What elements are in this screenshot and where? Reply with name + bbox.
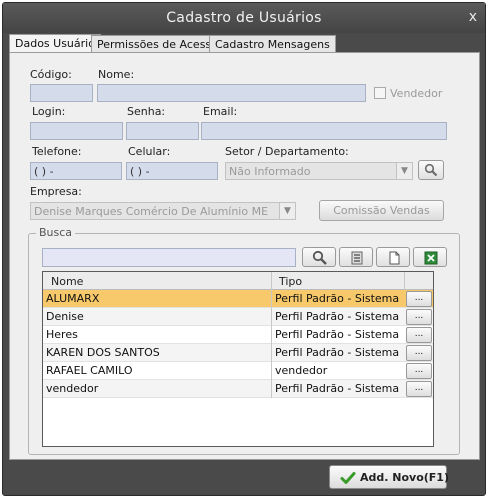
- senha-field[interactable]: [126, 122, 199, 140]
- empresa-selected-value: Denise Marques Comércio De Alumínio ME: [34, 205, 269, 218]
- title-bar[interactable]: Cadastro de Usuários x: [3, 3, 485, 33]
- row-ellipsis-button[interactable]: ...: [406, 345, 432, 361]
- add-new-label: Add. Novo(F1): [360, 471, 449, 484]
- setor-search-button[interactable]: [418, 160, 444, 180]
- search-icon: [424, 163, 438, 177]
- excel-icon: [424, 251, 438, 265]
- row-ellipsis-button[interactable]: ...: [406, 381, 432, 397]
- search-icon: [312, 250, 327, 265]
- document-icon: [389, 251, 400, 265]
- nome-label: Nome:: [98, 68, 135, 81]
- tab-panel-dados-usuario: Código: Nome: Vendedor Login: Senha: Ema…: [9, 52, 480, 460]
- setor-selected-value: Não Informado: [229, 165, 311, 178]
- login-field[interactable]: [30, 122, 123, 140]
- row-nome: ALUMARX: [46, 292, 100, 305]
- table-row[interactable]: RAFAEL CAMILO vendedor ...: [43, 362, 433, 380]
- row-tipo: Perfil Padrão - Sistema: [275, 346, 400, 359]
- list-icon: [351, 251, 363, 265]
- telefone-label: Telefone:: [32, 145, 82, 158]
- row-ellipsis-button[interactable]: ...: [406, 363, 432, 379]
- row-nome: RAFAEL CAMILO: [46, 364, 133, 377]
- codigo-field[interactable]: [30, 84, 93, 102]
- tab-permissoes-de-acesso[interactable]: Permissões de Acesso: [91, 35, 224, 53]
- busca-label: Busca: [36, 226, 76, 239]
- users-grid: Nome Tipo ALUMARX Perfil Padrão - Sistem…: [42, 271, 434, 447]
- chevron-down-icon[interactable]: ▼: [396, 163, 412, 179]
- row-tipo: vendedor: [275, 364, 328, 377]
- email-label: Email:: [203, 105, 238, 118]
- tab-cadastro-mensagens[interactable]: Cadastro Mensagens: [209, 35, 336, 53]
- row-ellipsis-button[interactable]: ...: [406, 309, 432, 325]
- busca-search-input[interactable]: [42, 248, 296, 267]
- email-field[interactable]: [201, 122, 447, 140]
- comissao-vendas-button[interactable]: Comissão Vendas: [319, 200, 444, 221]
- grid-header: Nome Tipo: [43, 272, 433, 290]
- busca-search-button[interactable]: [302, 247, 336, 267]
- row-nome: KAREN DOS SANTOS: [46, 346, 160, 359]
- table-row[interactable]: vendedor Perfil Padrão - Sistema ...: [43, 380, 433, 398]
- setor-label: Setor / Departamento:: [225, 145, 349, 158]
- window-title: Cadastro de Usuários: [166, 10, 322, 26]
- table-row[interactable]: KAREN DOS SANTOS Perfil Padrão - Sistema…: [43, 344, 433, 362]
- row-tipo: Perfil Padrão - Sistema: [275, 292, 400, 305]
- vendedor-checkbox[interactable]: [374, 87, 386, 99]
- setor-select[interactable]: Não Informado ▼: [225, 162, 413, 180]
- row-nome: vendedor: [46, 382, 99, 395]
- celular-label: Celular:: [128, 145, 171, 158]
- login-label: Login:: [32, 105, 66, 118]
- busca-excel-export-button[interactable]: [413, 247, 447, 267]
- row-tipo: Perfil Padrão - Sistema: [275, 328, 400, 341]
- row-ellipsis-button[interactable]: ...: [406, 327, 432, 343]
- empresa-select[interactable]: Denise Marques Comércio De Alumínio ME ▼: [30, 202, 296, 220]
- user-registration-window: Cadastro de Usuários x Dados Usuário Per…: [2, 2, 486, 496]
- close-icon[interactable]: x: [469, 9, 477, 25]
- grid-header-tipo[interactable]: Tipo: [279, 275, 302, 288]
- row-tipo: Perfil Padrão - Sistema: [275, 310, 400, 323]
- add-new-button[interactable]: Add. Novo(F1): [329, 465, 449, 489]
- table-row[interactable]: ALUMARX Perfil Padrão - Sistema ...: [43, 290, 433, 308]
- nome-field[interactable]: [97, 84, 366, 102]
- busca-new-document-button[interactable]: [376, 247, 410, 267]
- senha-label: Senha:: [127, 105, 166, 118]
- table-row[interactable]: Denise Perfil Padrão - Sistema ...: [43, 308, 433, 326]
- checkmark-icon: [340, 472, 356, 484]
- tab-dados-usuario[interactable]: Dados Usuário: [9, 34, 101, 53]
- busca-list-button[interactable]: [339, 247, 373, 267]
- telefone-field[interactable]: ( ) -: [30, 162, 122, 180]
- codigo-label: Código:: [30, 68, 72, 81]
- row-nome: Denise: [46, 310, 84, 323]
- footer-bar: Add. Novo(F1): [9, 463, 480, 491]
- row-nome: Heres: [46, 328, 78, 341]
- grid-header-nome[interactable]: Nome: [51, 275, 83, 288]
- row-tipo: Perfil Padrão - Sistema: [275, 382, 400, 395]
- vendedor-label: Vendedor: [390, 87, 443, 100]
- empresa-label: Empresa:: [30, 185, 82, 198]
- row-ellipsis-button[interactable]: ...: [406, 291, 432, 307]
- celular-field[interactable]: ( ) -: [126, 162, 218, 180]
- chevron-down-icon[interactable]: ▼: [279, 203, 295, 219]
- table-row[interactable]: Heres Perfil Padrão - Sistema ...: [43, 326, 433, 344]
